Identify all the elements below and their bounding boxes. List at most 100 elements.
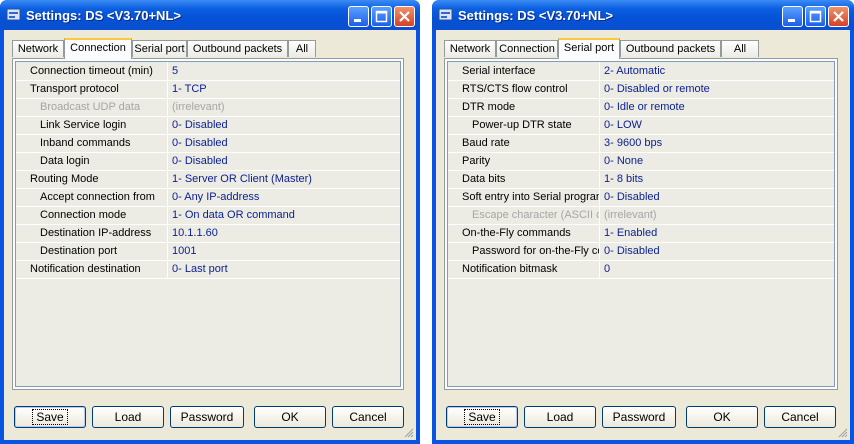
setting-label: Connection mode <box>16 206 168 224</box>
tab-network[interactable]: Network <box>12 40 64 57</box>
setting-value[interactable]: 5 <box>172 62 400 80</box>
title-bar[interactable]: Settings: DS <V3.70+NL> <box>432 0 854 30</box>
ok-button[interactable]: OK <box>686 406 758 428</box>
grid-row[interactable]: Broadcast UDP data (irrelevant) <box>16 98 400 117</box>
grid-row[interactable]: Connection mode 1- On data OR command <box>16 206 400 225</box>
grid-row[interactable]: Baud rate 3- 9600 bps <box>448 134 834 153</box>
setting-value[interactable]: 0- Any IP-address <box>172 188 400 206</box>
setting-value[interactable]: 1001 <box>172 242 400 260</box>
minimize-button[interactable] <box>782 6 803 27</box>
cancel-button[interactable]: Cancel <box>764 406 836 428</box>
setting-value[interactable]: 1- TCP <box>172 80 400 98</box>
setting-label: Password for on-the-Fly commands <box>448 242 600 260</box>
setting-value[interactable]: 0- Last port <box>172 260 400 278</box>
tab-all[interactable]: All <box>288 40 316 57</box>
settings-window-serial: Settings: DS <V3.70+NL> Network Connecti… <box>432 0 854 444</box>
grid-row[interactable]: DTR mode 0- Idle or remote <box>448 98 834 117</box>
password-button[interactable]: Password <box>602 406 676 428</box>
setting-value[interactable]: 0- LOW <box>604 116 834 134</box>
grid-row[interactable]: RTS/CTS flow control 0- Disabled or remot… <box>448 80 834 99</box>
grid-row[interactable]: Link Service login 0- Disabled <box>16 116 400 135</box>
setting-value[interactable]: 1- On data OR command <box>172 206 400 224</box>
minimize-button[interactable] <box>348 6 369 27</box>
setting-label: Notification bitmask <box>448 260 600 278</box>
setting-value[interactable]: 2- Automatic <box>604 62 834 80</box>
setting-value[interactable]: 0- Disabled <box>172 152 400 170</box>
setting-value[interactable]: 0- None <box>604 152 834 170</box>
resize-grip-icon[interactable] <box>836 426 848 438</box>
tab-serial-port[interactable]: Serial port <box>558 38 620 59</box>
close-icon <box>833 11 844 22</box>
setting-label: Link Service login <box>16 116 168 134</box>
setting-value[interactable]: 10.1.1.60 <box>172 224 400 242</box>
setting-label: Escape character (ASCII code) <box>448 206 600 224</box>
maximize-icon <box>375 10 388 23</box>
settings-app-icon <box>438 8 453 21</box>
setting-label: Connection timeout (min) <box>16 62 168 80</box>
tab-network[interactable]: Network <box>444 40 496 57</box>
grid-row[interactable]: Notification bitmask 0 <box>448 260 834 279</box>
setting-value[interactable]: 0 <box>604 260 834 278</box>
cancel-button[interactable]: Cancel <box>332 406 404 428</box>
setting-value[interactable]: 0- Disabled <box>604 188 834 206</box>
settings-grid: Serial interface 2- Automatic RTS/CTS flow… <box>447 61 835 387</box>
grid-row[interactable]: On-the-Fly commands 1- Enabled <box>448 224 834 243</box>
setting-label: Parity <box>448 152 600 170</box>
setting-label: RTS/CTS flow control <box>448 80 600 98</box>
setting-label: Broadcast UDP data <box>16 98 168 116</box>
setting-label: Baud rate <box>448 134 600 152</box>
grid-row[interactable]: Data bits 1- 8 bits <box>448 170 834 189</box>
setting-value[interactable]: 3- 9600 bps <box>604 134 834 152</box>
close-button[interactable] <box>394 6 415 27</box>
setting-value[interactable]: 0- Disabled or remote <box>604 80 834 98</box>
grid-row[interactable]: Destination IP-address 10.1.1.60 <box>16 224 400 243</box>
setting-label: Notification destination <box>16 260 168 278</box>
title-bar[interactable]: Settings: DS <V3.70+NL> <box>0 0 420 30</box>
setting-value[interactable]: 1- Enabled <box>604 224 834 242</box>
grid-row[interactable]: Parity 0- None <box>448 152 834 171</box>
setting-value[interactable]: 0- Disabled <box>172 134 400 152</box>
tab-outbound-packets[interactable]: Outbound packets <box>620 40 721 57</box>
tab-panel: Connection timeout (min) 5 Transport proto… <box>12 58 404 390</box>
tab-connection[interactable]: Connection <box>496 40 558 57</box>
resize-grip-icon[interactable] <box>402 426 414 438</box>
grid-row[interactable]: Power-up DTR state 0- LOW <box>448 116 834 135</box>
password-button[interactable]: Password <box>170 406 244 428</box>
window-title: Settings: DS <V3.70+NL> <box>458 8 613 23</box>
grid-row[interactable]: Soft entry into Serial programming0- Dis… <box>448 188 834 207</box>
grid-row[interactable]: Destination port 1001 <box>16 242 400 261</box>
setting-value[interactable]: 1- Server OR Client (Master) <box>172 170 400 188</box>
grid-row[interactable]: Accept connection from 0- Any IP-address <box>16 188 400 207</box>
tab-outbound-packets[interactable]: Outbound packets <box>187 40 288 57</box>
grid-row[interactable]: Inband commands 0- Disabled <box>16 134 400 153</box>
grid-row[interactable]: Escape character (ASCII code) (irrelevant… <box>448 206 834 225</box>
tab-serial-port[interactable]: Serial port <box>132 40 187 57</box>
maximize-button[interactable] <box>371 6 392 27</box>
setting-value[interactable]: 0- Disabled <box>172 116 400 134</box>
grid-row[interactable]: Routing Mode 1- Server OR Client (Master) <box>16 170 400 189</box>
ok-button[interactable]: OK <box>254 406 326 428</box>
close-button[interactable] <box>828 6 849 27</box>
save-button[interactable]: Save <box>446 406 518 428</box>
load-button[interactable]: Load <box>92 406 164 428</box>
tab-connection[interactable]: Connection <box>64 38 132 59</box>
grid-row[interactable]: Serial interface 2- Automatic <box>448 62 834 81</box>
load-button[interactable]: Load <box>524 406 596 428</box>
setting-label: Soft entry into Serial programming <box>448 188 600 206</box>
grid-row[interactable]: Transport protocol 1- TCP <box>16 80 400 99</box>
settings-app-icon <box>6 8 21 21</box>
maximize-button[interactable] <box>805 6 826 27</box>
grid-row[interactable]: Notification destination 0- Last port <box>16 260 400 279</box>
setting-label: Power-up DTR state <box>448 116 600 134</box>
setting-value[interactable]: 1- 8 bits <box>604 170 834 188</box>
setting-label: On-the-Fly commands <box>448 224 600 242</box>
setting-label: Accept connection from <box>16 188 168 206</box>
grid-row[interactable]: Data login 0- Disabled <box>16 152 400 171</box>
tab-all[interactable]: All <box>721 40 759 57</box>
save-button[interactable]: Save <box>14 406 86 428</box>
grid-row[interactable]: Password for on-the-Fly commands0- Disab… <box>448 242 834 261</box>
setting-value[interactable]: 0- Idle or remote <box>604 98 834 116</box>
setting-value[interactable]: 0- Disabled <box>604 242 834 260</box>
save-button-label: Save <box>464 409 500 425</box>
grid-row[interactable]: Connection timeout (min) 5 <box>16 62 400 81</box>
